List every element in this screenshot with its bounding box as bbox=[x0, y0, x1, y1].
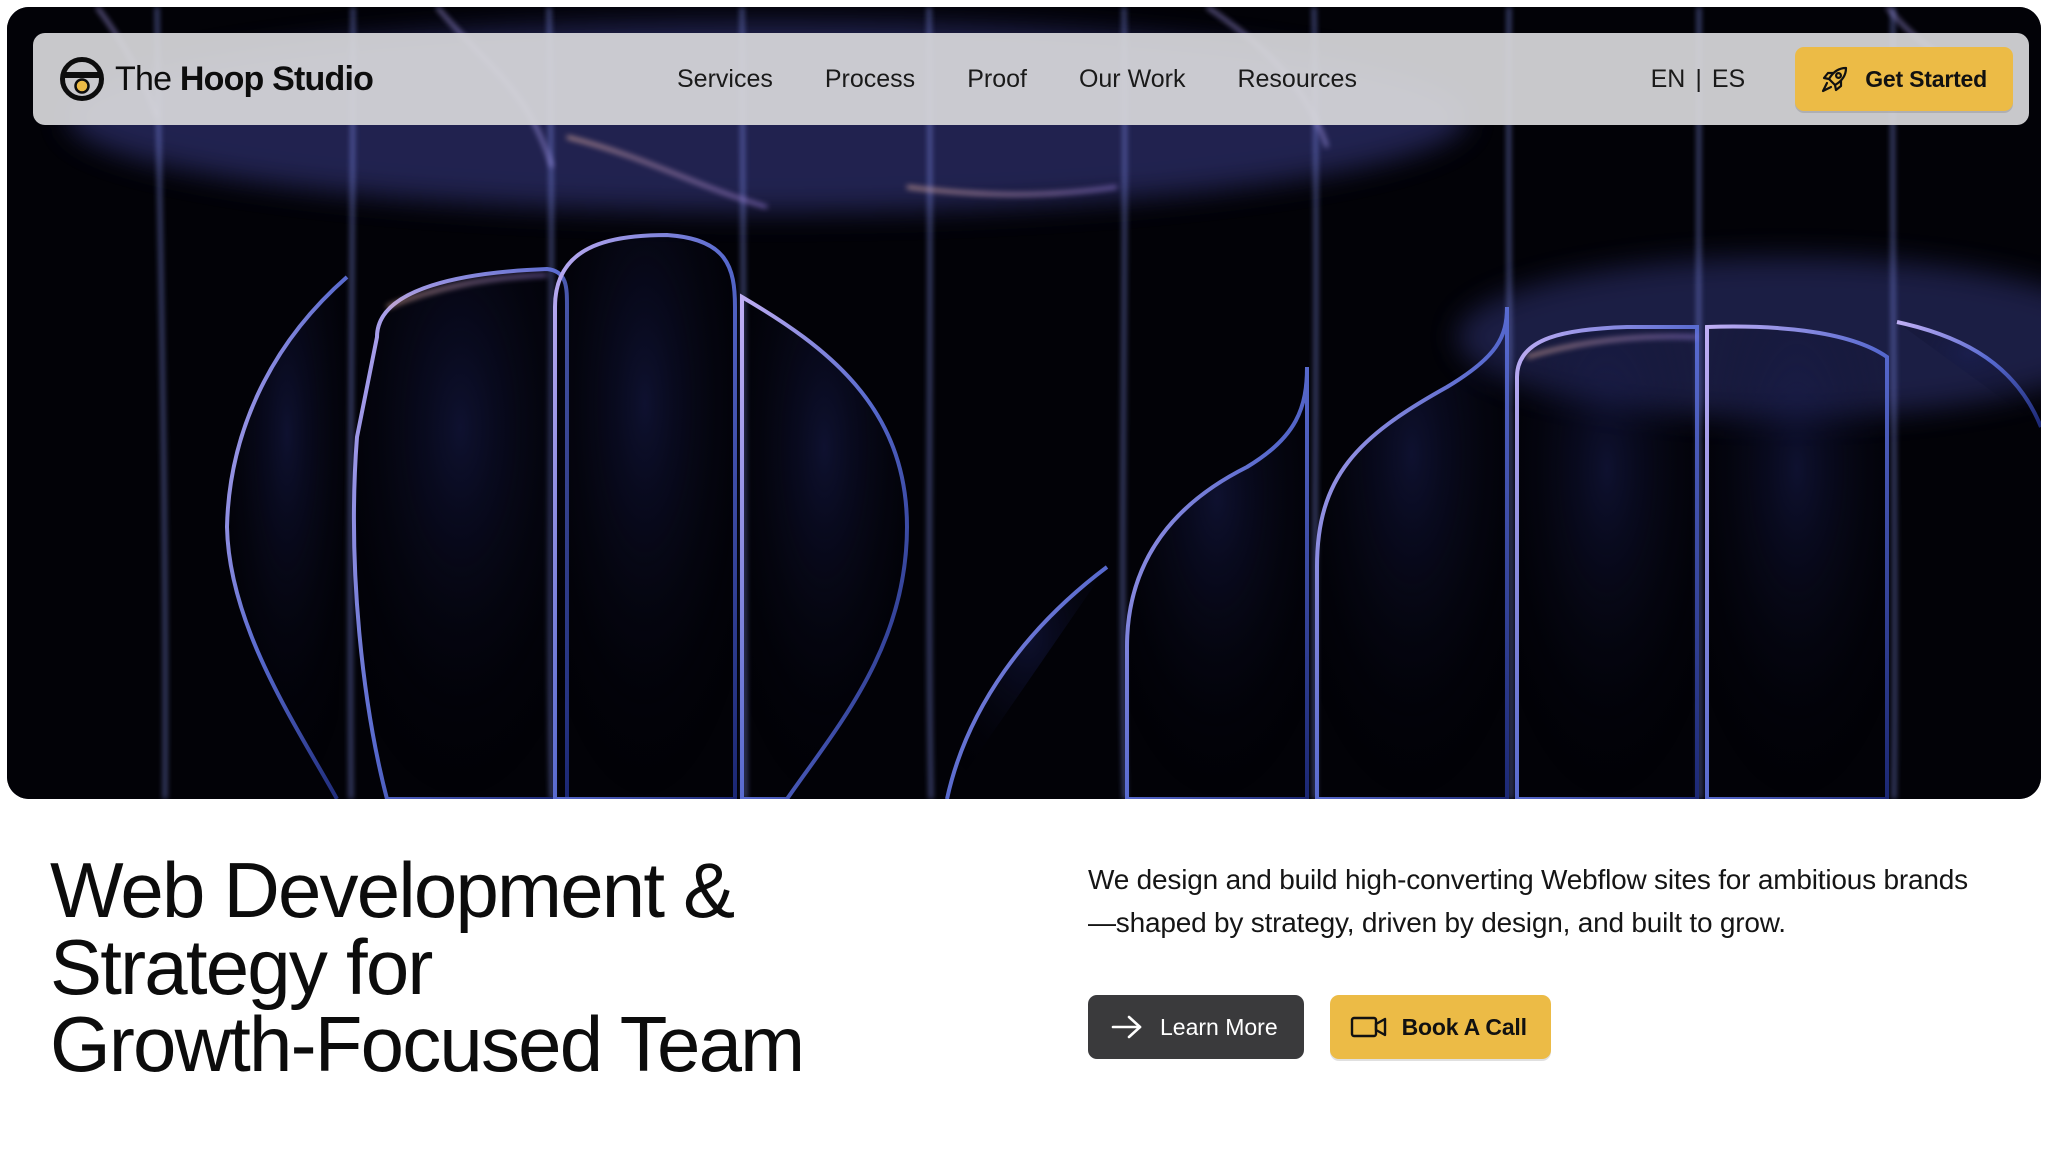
landing-page: The Hoop Studio Services Process Proof O… bbox=[0, 0, 2048, 1152]
hoop-logo-icon bbox=[60, 57, 104, 101]
nav-links: Services Process Proof Our Work Resource… bbox=[677, 65, 1357, 94]
language-switcher: EN | ES bbox=[1651, 65, 1746, 94]
book-a-call-label: Book A Call bbox=[1401, 1013, 1527, 1040]
lang-separator: | bbox=[1695, 64, 1702, 93]
lang-en-link[interactable]: EN bbox=[1651, 65, 1686, 94]
learn-more-label: Learn More bbox=[1160, 1013, 1278, 1040]
lang-es-link[interactable]: ES bbox=[1712, 65, 1745, 94]
arrow-right-icon bbox=[1110, 1014, 1144, 1040]
get-started-button[interactable]: Get Started bbox=[1795, 47, 2013, 111]
learn-more-button[interactable]: Learn More bbox=[1088, 995, 1304, 1059]
brand-logo-link[interactable]: The Hoop Studio bbox=[59, 56, 579, 102]
nav-link-services[interactable]: Services bbox=[677, 65, 773, 94]
main-navbar: The Hoop Studio Services Process Proof O… bbox=[33, 33, 2029, 125]
headline-line-3: Growth-Focused Team bbox=[50, 1000, 805, 1088]
nav-link-proof[interactable]: Proof bbox=[967, 65, 1027, 94]
headline-line-2: Strategy for bbox=[50, 923, 433, 1011]
nav-link-process[interactable]: Process bbox=[825, 65, 915, 94]
hero-actions: Learn More Book A Call bbox=[1088, 995, 1551, 1059]
rocket-icon bbox=[1819, 63, 1851, 95]
hero-headline: Web Development & Strategy for Growth-Fo… bbox=[50, 846, 1010, 1088]
video-camera-icon bbox=[1350, 1014, 1388, 1040]
headline-line-1: Web Development & bbox=[50, 846, 735, 934]
nav-link-resources[interactable]: Resources bbox=[1237, 65, 1357, 94]
brand-name-light: The bbox=[115, 59, 172, 98]
hero-image: The Hoop Studio Services Process Proof O… bbox=[7, 7, 2041, 799]
get-started-label: Get Started bbox=[1865, 65, 1987, 92]
hero-lead-text: We design and build high-converting Webf… bbox=[1088, 864, 1968, 938]
book-a-call-button[interactable]: Book A Call bbox=[1329, 995, 1551, 1059]
brand-name-bold: Hoop Studio bbox=[179, 59, 374, 98]
abstract-glass-artwork bbox=[7, 7, 2041, 799]
nav-link-our-work[interactable]: Our Work bbox=[1079, 65, 1186, 94]
brand-name: The Hoop Studio bbox=[115, 59, 374, 99]
